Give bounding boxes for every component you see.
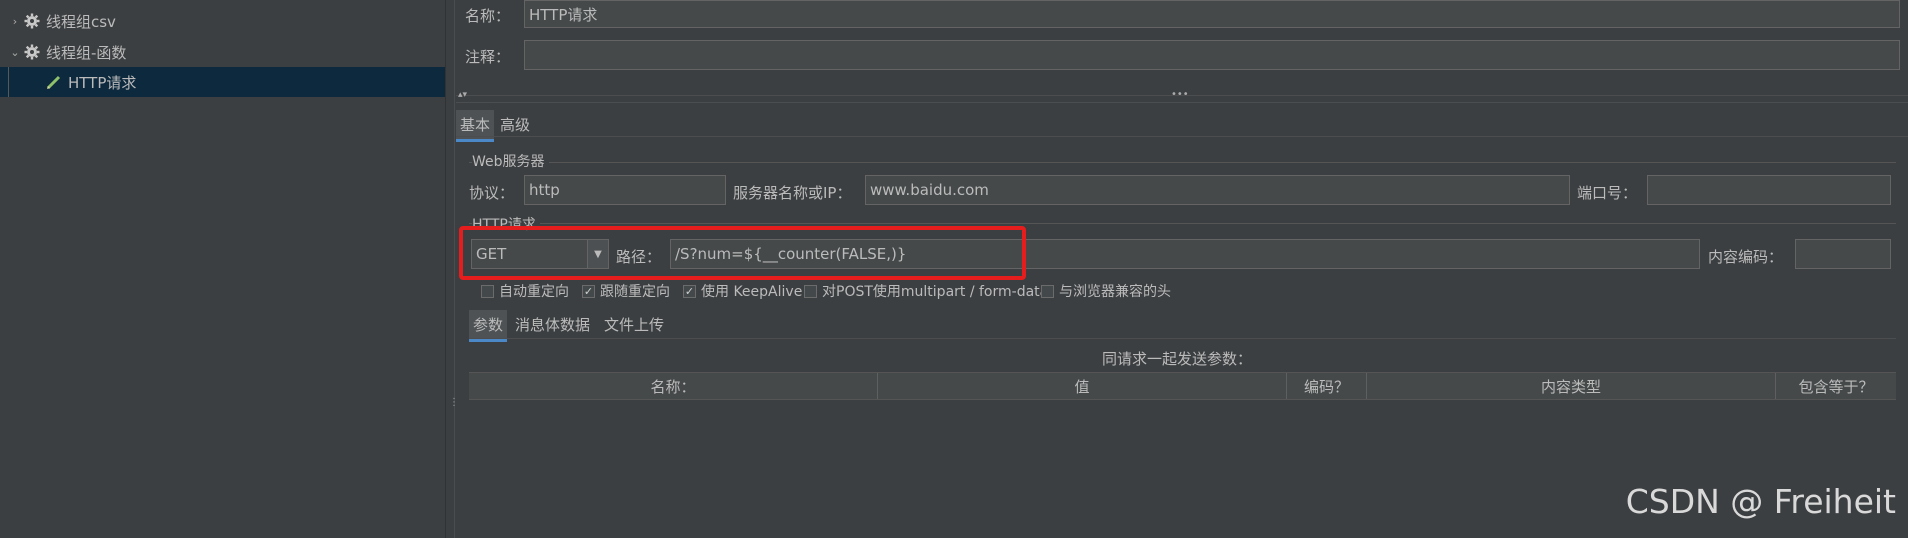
drag-grip-icon[interactable]: ••• <box>1171 89 1189 100</box>
checkbox-keepalive[interactable]: ✓ 使用 KeepAlive <box>683 281 802 301</box>
comment-label: 注释： <box>465 48 511 66</box>
check-icon[interactable]: ✓ <box>582 284 595 298</box>
column-header-encode[interactable]: 编码？ <box>1287 373 1367 399</box>
checkbox-follow-redirect[interactable]: ✓ 跟随重定向 <box>582 281 670 301</box>
server-label: 服务器名称或IP： <box>733 184 852 202</box>
protocol-field[interactable]: http <box>524 175 726 205</box>
checkbox-box[interactable] <box>481 284 494 298</box>
group-border <box>469 162 1896 163</box>
protocol-label: 协议： <box>469 184 515 202</box>
column-header-name[interactable]: 名称： <box>469 373 878 399</box>
collapse-arrows-icon[interactable]: ▴▾ <box>458 90 467 100</box>
column-header-value[interactable]: 值 <box>878 373 1287 399</box>
comment-field[interactable] <box>524 40 1900 70</box>
column-header-content-type[interactable]: 内容类型 <box>1367 373 1776 399</box>
gear-icon <box>22 42 42 62</box>
tab-strip-line <box>456 136 1908 137</box>
tab-advanced[interactable]: 高级 <box>496 110 534 139</box>
gear-icon <box>22 11 42 31</box>
tree-item-label: 线程组csv <box>46 12 116 31</box>
column-header-include-equals[interactable]: 包含等于？ <box>1776 373 1896 399</box>
tree-item-label: HTTP请求 <box>68 73 137 92</box>
encoding-field[interactable] <box>1795 239 1891 269</box>
tree-item-label: 线程组-函数 <box>46 43 127 62</box>
name-label: 名称： <box>465 7 511 25</box>
port-label: 端口号： <box>1577 184 1638 202</box>
web-server-group-title: Web服务器 <box>472 151 549 171</box>
check-icon[interactable]: ✓ <box>683 284 696 298</box>
tab-body-data[interactable]: 消息体数据 <box>511 310 594 339</box>
watermark: CSDN @ Freiheit <box>1625 482 1896 521</box>
tree-panel: › 线程组csv ⌄ 线程组-函数 HTTP请求 <box>0 0 445 538</box>
params-caption: 同请求一起发送参数： <box>1102 350 1253 368</box>
tab-basic[interactable]: 基本 <box>456 110 495 142</box>
params-table-header: 名称： 值 编码？ 内容类型 包含等于？ <box>469 372 1896 400</box>
drag-grip-icon[interactable]: ⋮ <box>449 398 459 408</box>
port-field[interactable] <box>1647 175 1891 205</box>
checkbox-auto-redirect[interactable]: 自动重定向 <box>481 281 569 301</box>
encoding-label: 内容编码： <box>1708 248 1784 266</box>
checkbox-box[interactable] <box>804 284 817 298</box>
panel-splitter[interactable]: ⋮ <box>445 0 459 538</box>
section-divider[interactable]: ▴▾ ••• <box>456 89 1908 103</box>
highlight-box <box>459 226 1026 280</box>
name-field[interactable]: HTTP请求 <box>524 0 1900 28</box>
tree-item-http-request[interactable]: HTTP请求 <box>0 67 445 97</box>
server-field[interactable]: www.baidu.com <box>865 175 1570 205</box>
tab-file-upload[interactable]: 文件上传 <box>600 310 668 339</box>
tree-item-thread-group-csv[interactable]: › 线程组csv <box>0 6 445 36</box>
tree-item-thread-group-function[interactable]: ⌄ 线程组-函数 <box>0 37 445 67</box>
checkbox-browser-headers[interactable]: 与浏览器兼容的头 <box>1041 281 1171 301</box>
chevron-right-icon[interactable]: › <box>8 15 22 28</box>
checkbox-multipart[interactable]: 对POST使用multipart / form-data <box>804 281 1048 301</box>
tab-strip-line <box>469 338 1896 339</box>
pencil-icon <box>44 72 64 92</box>
checkbox-box[interactable] <box>1041 284 1054 298</box>
chevron-down-icon[interactable]: ⌄ <box>8 46 22 59</box>
group-border <box>469 223 1896 224</box>
